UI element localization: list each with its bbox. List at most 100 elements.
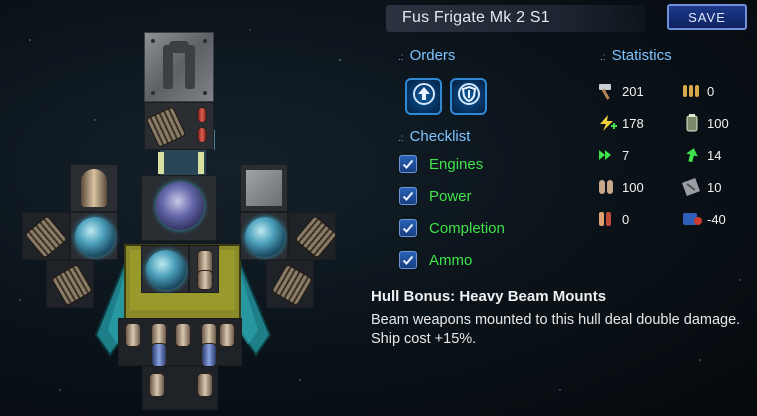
power-icon [596, 114, 618, 132]
shield-generator [146, 250, 186, 290]
checkmark-icon [402, 159, 414, 169]
thrust-icon [596, 146, 618, 164]
turn-icon [681, 146, 703, 164]
shield-slot-left[interactable] [70, 212, 118, 260]
stat-cells: 100 [596, 177, 644, 197]
checkmark-icon [402, 223, 414, 233]
beam-weapon [51, 263, 93, 307]
checklist-label: Power [429, 187, 472, 205]
power-cell [125, 323, 141, 347]
module-slot[interactable] [240, 164, 288, 212]
cell-slot-center[interactable] [189, 245, 219, 293]
checkmark-icon [402, 191, 414, 201]
checklist-item-engines[interactable]: Engines [399, 154, 483, 174]
stat-value: 0 [707, 83, 715, 99]
stat-value: 14 [707, 147, 722, 163]
power-cell [151, 343, 167, 367]
arrow-up-icon [412, 82, 436, 111]
checklist-heading: .: Checklist [398, 128, 470, 145]
armor-plate-top[interactable] [144, 32, 214, 102]
stat-value: 100 [622, 179, 644, 195]
power-cell [175, 323, 191, 347]
beam-weapon [294, 215, 338, 259]
ship-name[interactable]: Fus Frigate Mk 2 S1 [402, 9, 550, 27]
stat-value: 100 [707, 115, 729, 131]
crew-icon [681, 210, 703, 228]
beam-weapon [271, 263, 313, 307]
stat-value: 10 [707, 179, 722, 195]
armor-icon [681, 178, 703, 196]
stat-turn: 14 [681, 145, 721, 165]
checklist-item-ammo[interactable]: Ammo [399, 250, 472, 270]
checkbox[interactable] [399, 251, 417, 269]
save-button[interactable]: SAVE [667, 4, 747, 30]
beam-weapon [24, 215, 68, 259]
stat-value: 178 [622, 115, 644, 131]
stat-ammo-cost: 0 [596, 209, 629, 229]
order-defend-button[interactable] [450, 78, 487, 115]
hull-bonus-title: Hull Bonus: Heavy Beam Mounts [371, 288, 607, 305]
checklist-item-power[interactable]: Power [399, 186, 472, 206]
core-module-slot[interactable] [141, 175, 217, 241]
shield-generator [75, 217, 115, 257]
weapon-slot-left[interactable] [22, 212, 70, 260]
stat-value: 0 [622, 211, 630, 227]
stat-fuel: 100 [681, 113, 729, 133]
statistics-heading: .: Statistics [600, 47, 672, 64]
stat-armor: 10 [681, 177, 721, 197]
ammo-icon [681, 82, 703, 100]
power-cell [201, 343, 217, 367]
power-cell [197, 270, 213, 290]
shield-slot-right[interactable] [240, 212, 288, 260]
cells-icon [596, 178, 618, 196]
stat-value: 201 [622, 83, 644, 99]
weapon-slot-left-lower[interactable] [46, 260, 94, 308]
checklist-heading-label: Checklist [409, 128, 471, 145]
cell-slot-bottom-2[interactable] [142, 366, 218, 410]
stat-thrust: 7 [596, 145, 629, 165]
checklist-item-completion[interactable]: Completion [399, 218, 505, 238]
checkmark-icon [402, 255, 414, 265]
power-cell [149, 373, 165, 397]
power-cell [219, 323, 235, 347]
power-cell [197, 373, 213, 397]
module-slot[interactable] [70, 164, 118, 212]
weapon-slot-right[interactable] [288, 212, 338, 260]
weapon-slot-right-lower[interactable] [266, 260, 314, 308]
shield-slot-center[interactable] [141, 245, 189, 293]
armor-plate-small [246, 170, 282, 206]
stat-crew: -40 [681, 209, 726, 229]
stat-power: 178 [596, 113, 644, 133]
checkbox[interactable] [399, 219, 417, 237]
orders-heading-label: Orders [409, 47, 456, 64]
reactor-core [156, 182, 204, 230]
cell-slot-bottom-1[interactable] [118, 318, 242, 367]
ammo-red-icon [596, 210, 618, 228]
checkbox[interactable] [399, 187, 417, 205]
statistics-heading-label: Statistics [611, 47, 672, 64]
shield-icon [457, 82, 481, 111]
dots-icon: .: [398, 133, 404, 144]
checkbox[interactable] [399, 155, 417, 173]
hull-bonus-description: Beam weapons mounted to this hull deal d… [371, 312, 741, 347]
beam-weapon [145, 106, 187, 148]
stat-value: 7 [622, 147, 630, 163]
checklist-label: Engines [429, 155, 484, 173]
dots-icon: .: [600, 52, 606, 63]
order-advance-button[interactable] [405, 78, 442, 115]
checklist-label: Completion [429, 219, 505, 237]
stat-mass: 201 [596, 81, 644, 101]
orders-heading: .: Orders [398, 47, 455, 64]
ammo-cell [197, 107, 207, 123]
dots-icon: .: [398, 52, 404, 63]
ammo-cell [197, 127, 207, 143]
checklist-label: Ammo [429, 251, 473, 269]
stat-ammo: 0 [681, 81, 714, 101]
stat-value: -40 [707, 211, 726, 227]
weapon-slot-top[interactable] [144, 102, 214, 150]
ship-blueprint [0, 0, 370, 416]
canister-icon [681, 114, 703, 132]
shield-dome-module [81, 169, 107, 207]
shield-generator [245, 217, 285, 257]
hammer-icon [596, 82, 618, 100]
